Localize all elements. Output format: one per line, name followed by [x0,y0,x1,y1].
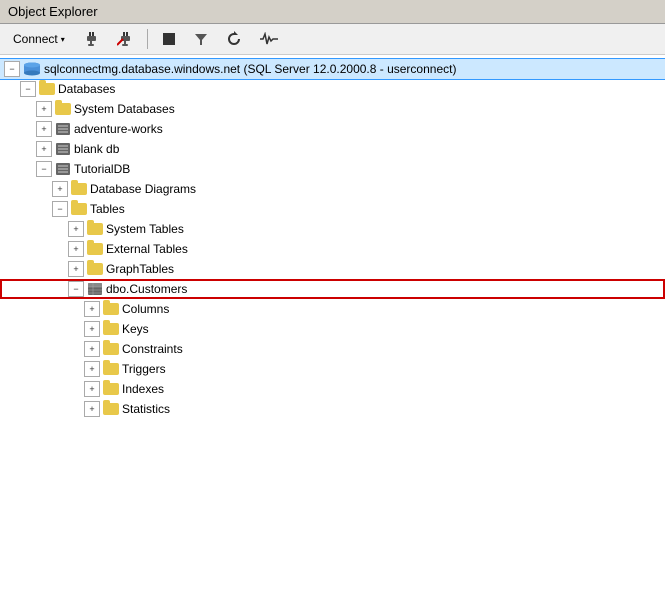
dbo-customers-label: dbo.Customers [106,282,187,296]
blank-db-icon [55,142,71,156]
database-diagrams-folder-icon [71,183,87,195]
refresh-icon-button[interactable] [219,28,249,50]
activity-icon [260,32,278,46]
server-expand-btn[interactable]: − [4,61,20,77]
title-bar-label: Object Explorer [8,4,98,19]
content-area[interactable]: − sqlconnectmg.database.windows.net (SQL… [0,55,665,584]
statistics-node[interactable]: + Statistics [0,399,665,419]
database-diagrams-node[interactable]: + Database Diagrams [0,179,665,199]
columns-label: Columns [122,302,169,316]
database-diagrams-expand-btn[interactable]: + [52,181,68,197]
indexes-label: Indexes [122,382,164,396]
constraints-node[interactable]: + Constraints [0,339,665,359]
tutorialdb-icon [55,162,71,176]
graph-tables-label: GraphTables [106,262,174,276]
system-databases-node[interactable]: + System Databases [0,99,665,119]
constraints-label: Constraints [122,342,183,356]
statistics-folder-icon [103,403,119,415]
system-tables-expand-btn[interactable]: + [68,221,84,237]
tables-label: Tables [90,202,125,216]
disconnect-icon-button[interactable] [110,28,140,50]
dbo-customers-node[interactable]: − dbo.Customers [0,279,665,299]
constraints-folder-icon [103,343,119,355]
activity-icon-button[interactable] [253,29,285,49]
triggers-expand-btn[interactable]: + [84,361,100,377]
statistics-label: Statistics [122,402,170,416]
system-databases-label: System Databases [74,102,175,116]
triggers-label: Triggers [122,362,166,376]
database-diagrams-label: Database Diagrams [90,182,196,196]
external-tables-node[interactable]: + External Tables [0,239,665,259]
graph-tables-expand-btn[interactable]: + [68,261,84,277]
system-tables-label: System Tables [106,222,184,236]
databases-expand-btn[interactable]: − [20,81,36,97]
tables-expand-btn[interactable]: − [52,201,68,217]
columns-expand-btn[interactable]: + [84,301,100,317]
databases-label: Databases [58,82,115,96]
title-bar: Object Explorer [0,0,665,24]
dbo-customers-expand-btn[interactable]: − [68,281,84,297]
external-tables-label: External Tables [106,242,188,256]
plug-icon [83,31,99,47]
connect-label: Connect [13,32,58,46]
keys-label: Keys [122,322,149,336]
tutorialdb-label: TutorialDB [74,162,130,176]
constraints-expand-btn[interactable]: + [84,341,100,357]
tables-node[interactable]: − Tables [0,199,665,219]
databases-folder-icon [39,83,55,95]
filter-icon-button[interactable] [187,29,215,49]
external-tables-folder-icon [87,243,103,255]
triggers-node[interactable]: + Triggers [0,359,665,379]
toolbar: Connect ▾ [0,24,665,55]
external-tables-expand-btn[interactable]: + [68,241,84,257]
tutorialdb-expand-btn[interactable]: − [36,161,52,177]
stop-icon [162,32,176,46]
keys-folder-icon [103,323,119,335]
columns-node[interactable]: + Columns [0,299,665,319]
columns-folder-icon [103,303,119,315]
graph-tables-folder-icon [87,263,103,275]
graph-tables-node[interactable]: + GraphTables [0,259,665,279]
stop-icon-button[interactable] [155,29,183,49]
system-databases-folder-icon [55,103,71,115]
statistics-expand-btn[interactable]: + [84,401,100,417]
adventure-works-label: adventure-works [74,122,163,136]
connect-button[interactable]: Connect ▾ [6,29,72,49]
blank-db-node[interactable]: + blank db [0,139,665,159]
databases-node[interactable]: − Databases [0,79,665,99]
dbo-customers-table-icon [87,282,103,296]
server-label: sqlconnectmg.database.windows.net (SQL S… [44,62,456,76]
triggers-folder-icon [103,363,119,375]
system-tables-node[interactable]: + System Tables [0,219,665,239]
adventure-works-node[interactable]: + adventure-works [0,119,665,139]
filter-icon [194,32,208,46]
keys-node[interactable]: + Keys [0,319,665,339]
server-node[interactable]: − sqlconnectmg.database.windows.net (SQL… [0,59,665,79]
blank-db-expand-btn[interactable]: + [36,141,52,157]
indexes-expand-btn[interactable]: + [84,381,100,397]
server-icon [23,62,41,76]
tables-folder-icon [71,203,87,215]
keys-expand-btn[interactable]: + [84,321,100,337]
blank-db-label: blank db [74,142,119,156]
tutorialdb-node[interactable]: − TutorialDB [0,159,665,179]
adventure-works-expand-btn[interactable]: + [36,121,52,137]
system-databases-expand-btn[interactable]: + [36,101,52,117]
indexes-folder-icon [103,383,119,395]
disconnect-icon [117,31,133,47]
separator-1 [147,29,148,49]
plug-icon-button[interactable] [76,28,106,50]
system-tables-folder-icon [87,223,103,235]
adventure-works-db-icon [55,122,71,136]
refresh-icon [226,31,242,47]
connect-dropdown-arrow: ▾ [61,35,65,44]
indexes-node[interactable]: + Indexes [0,379,665,399]
